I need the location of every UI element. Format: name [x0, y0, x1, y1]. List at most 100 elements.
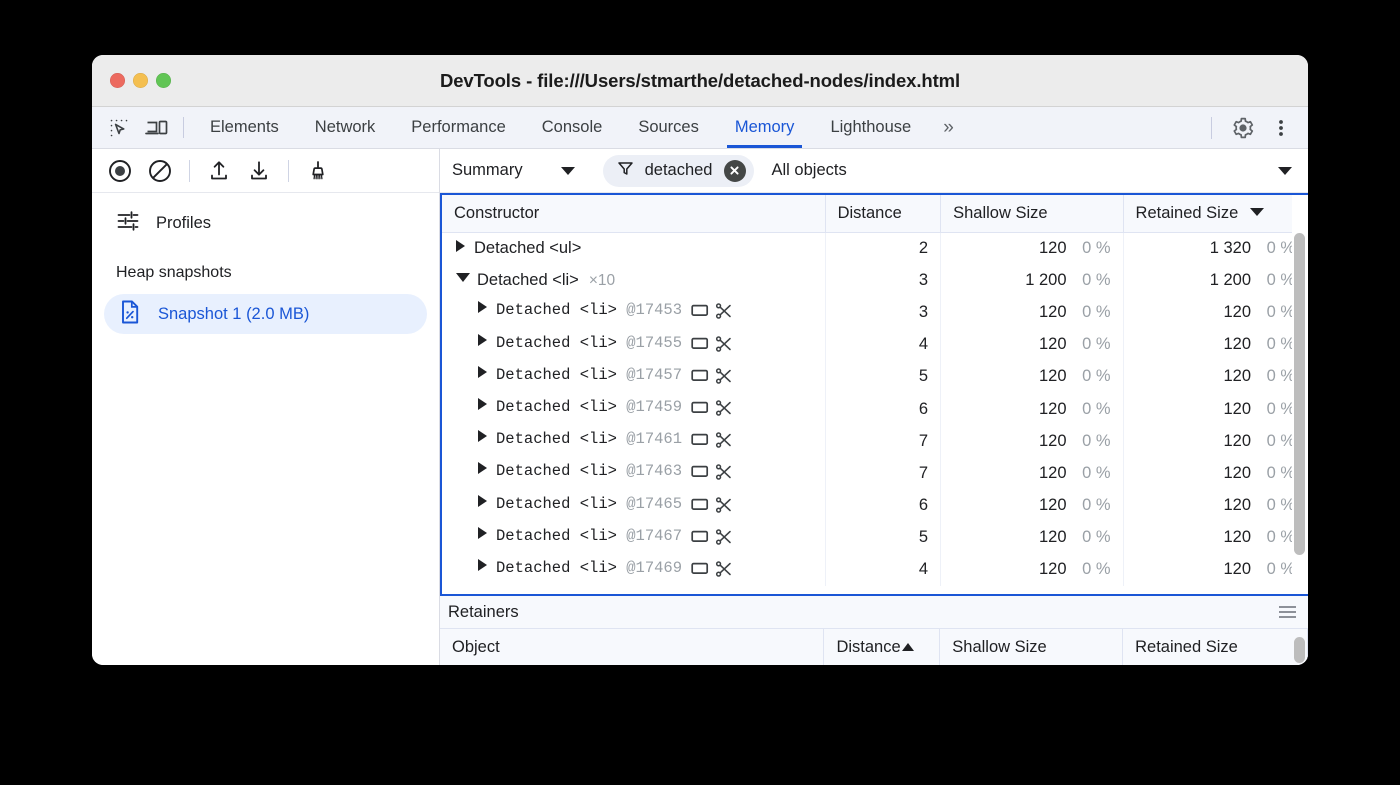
grid-scrollbar[interactable]: [1292, 195, 1308, 596]
reveal-in-elements-icon[interactable]: [691, 303, 709, 324]
column-label-distance: Distance: [838, 204, 902, 222]
heap-snapshots-title: Heap snapshots: [92, 238, 439, 282]
table-row[interactable]: Detached <li>×1031 2000 %1 2000 %: [442, 264, 1308, 296]
expand-triangle-icon[interactable]: [478, 462, 487, 474]
retainers-column-retained-size[interactable]: Retained Size: [1123, 629, 1308, 665]
detached-scissors-icon[interactable]: [715, 368, 732, 389]
expand-triangle-icon[interactable]: [478, 559, 487, 571]
table-row[interactable]: Detached <li> @1746371200 %1200 %: [442, 457, 1308, 489]
grid-scrollbar-thumb[interactable]: [1294, 233, 1305, 555]
sidebar-toolbar-divider-1: [189, 160, 190, 182]
more-options-kebab-icon[interactable]: [1264, 111, 1298, 145]
constructor-name: Detached <li>: [496, 559, 617, 577]
retainers-column-object[interactable]: Object: [440, 629, 824, 665]
table-row[interactable]: Detached <li> @1745751200 %1200 %: [442, 361, 1308, 393]
minimize-window-button[interactable]: [133, 73, 148, 88]
cell-constructor: Detached <li> @17469: [442, 554, 825, 586]
expand-triangle-icon[interactable]: [478, 495, 487, 507]
collapse-triangle-icon[interactable]: [456, 273, 470, 282]
clear-filter-icon[interactable]: [724, 160, 746, 182]
reveal-in-elements-icon[interactable]: [691, 336, 709, 357]
reveal-in-elements-icon[interactable]: [691, 561, 709, 582]
retainers-column-shallow-size[interactable]: Shallow Size: [940, 629, 1123, 665]
table-row[interactable]: Detached <li> @1746171200 %1200 %: [442, 425, 1308, 457]
detached-scissors-icon[interactable]: [715, 561, 732, 582]
constructor-header-row: Constructor Distance Shallow Size Retain…: [442, 195, 1308, 232]
record-icon[interactable]: [106, 157, 134, 185]
maximize-window-button[interactable]: [156, 73, 171, 88]
tabbar-left-icons: [92, 107, 183, 148]
inspect-element-icon[interactable]: [106, 115, 132, 141]
reveal-in-elements-icon[interactable]: [691, 432, 709, 453]
table-row[interactable]: Detached <ul>21200 %1 3200 %: [442, 232, 1308, 264]
cell-shallow-size: 1 2000 %: [941, 264, 1123, 296]
class-filter-input[interactable]: detached: [603, 155, 754, 187]
view-mode-select[interactable]: Summary: [452, 161, 585, 180]
table-row[interactable]: Detached <li> @1746941200 %1200 %: [442, 554, 1308, 586]
expand-triangle-icon[interactable]: [478, 301, 487, 313]
column-header-retained-size[interactable]: Retained Size: [1123, 195, 1307, 232]
hamburger-icon[interactable]: [1279, 606, 1296, 618]
retainers-column-distance[interactable]: Distance: [824, 629, 940, 665]
cell-distance: 7: [825, 425, 941, 457]
reveal-in-elements-icon[interactable]: [691, 464, 709, 485]
tab-console[interactable]: Console: [524, 107, 621, 148]
expand-triangle-icon[interactable]: [478, 430, 487, 442]
reveal-in-elements-icon[interactable]: [691, 368, 709, 389]
row-action-icons: [691, 529, 732, 550]
collect-garbage-icon[interactable]: [304, 157, 332, 185]
objects-filter-select[interactable]: All objects: [772, 161, 1299, 180]
table-row[interactable]: Detached <li> @1746751200 %1200 %: [442, 522, 1308, 554]
more-tabs-icon[interactable]: »: [929, 107, 966, 148]
devtools-window: DevTools - file:///Users/stmarthe/detach…: [92, 55, 1308, 665]
reveal-in-elements-icon[interactable]: [691, 529, 709, 550]
load-icon[interactable]: [205, 157, 233, 185]
detached-scissors-icon[interactable]: [715, 400, 732, 421]
retainers-label-retained-size: Retained Size: [1135, 638, 1238, 656]
settings-gear-icon[interactable]: [1226, 111, 1260, 145]
tab-lighthouse[interactable]: Lighthouse: [812, 107, 929, 148]
detached-scissors-icon[interactable]: [715, 529, 732, 550]
expand-triangle-icon[interactable]: [478, 398, 487, 410]
expand-triangle-icon[interactable]: [478, 366, 487, 378]
table-row[interactable]: Detached <li> @1745961200 %1200 %: [442, 393, 1308, 425]
save-icon[interactable]: [245, 157, 273, 185]
tab-sources[interactable]: Sources: [620, 107, 717, 148]
table-row[interactable]: Detached <li> @1746561200 %1200 %: [442, 490, 1308, 522]
expand-triangle-icon[interactable]: [456, 240, 465, 252]
column-header-constructor[interactable]: Constructor: [442, 195, 825, 232]
table-row[interactable]: Detached <li> @1745331200 %1200 %: [442, 296, 1308, 328]
tab-performance[interactable]: Performance: [393, 107, 523, 148]
cell-shallow-size: 1200 %: [941, 490, 1123, 522]
detached-scissors-icon[interactable]: [715, 464, 732, 485]
constructor-rows: Detached <ul>21200 %1 3200 %Detached <li…: [442, 232, 1308, 586]
sort-asc-icon: [902, 643, 914, 651]
expand-triangle-icon[interactable]: [478, 334, 487, 346]
detached-scissors-icon[interactable]: [715, 336, 732, 357]
sidebar-item-profiles[interactable]: Profiles: [92, 193, 439, 238]
reveal-in-elements-icon[interactable]: [691, 497, 709, 518]
retainers-scrollbar-thumb[interactable]: [1294, 637, 1305, 663]
reveal-in-elements-icon[interactable]: [691, 400, 709, 421]
close-window-button[interactable]: [110, 73, 125, 88]
expand-triangle-icon[interactable]: [478, 527, 487, 539]
detached-scissors-icon[interactable]: [715, 303, 732, 324]
table-row[interactable]: Detached <li> @1745541200 %1200 %: [442, 329, 1308, 361]
cell-constructor: Detached <li> @17461: [442, 425, 825, 457]
detached-scissors-icon[interactable]: [715, 432, 732, 453]
tab-memory[interactable]: Memory: [717, 107, 813, 148]
cell-retained-pct: 0 %: [1251, 528, 1295, 547]
detached-scissors-icon[interactable]: [715, 497, 732, 518]
tab-elements[interactable]: Elements: [192, 107, 297, 148]
constructor-name: Detached <li>: [496, 366, 617, 384]
cell-constructor: Detached <li> @17465: [442, 490, 825, 522]
device-toolbar-icon[interactable]: [144, 115, 170, 141]
cell-distance: 6: [825, 393, 941, 425]
cell-retained-size-value: 120: [1223, 367, 1251, 385]
tab-network[interactable]: Network: [297, 107, 394, 148]
column-header-shallow-size[interactable]: Shallow Size: [941, 195, 1123, 232]
sidebar-item-snapshot-1[interactable]: Snapshot 1 (2.0 MB): [104, 294, 427, 334]
cell-shallow-size-value: 120: [1039, 400, 1067, 418]
clear-icon[interactable]: [146, 157, 174, 185]
column-header-distance[interactable]: Distance: [825, 195, 941, 232]
